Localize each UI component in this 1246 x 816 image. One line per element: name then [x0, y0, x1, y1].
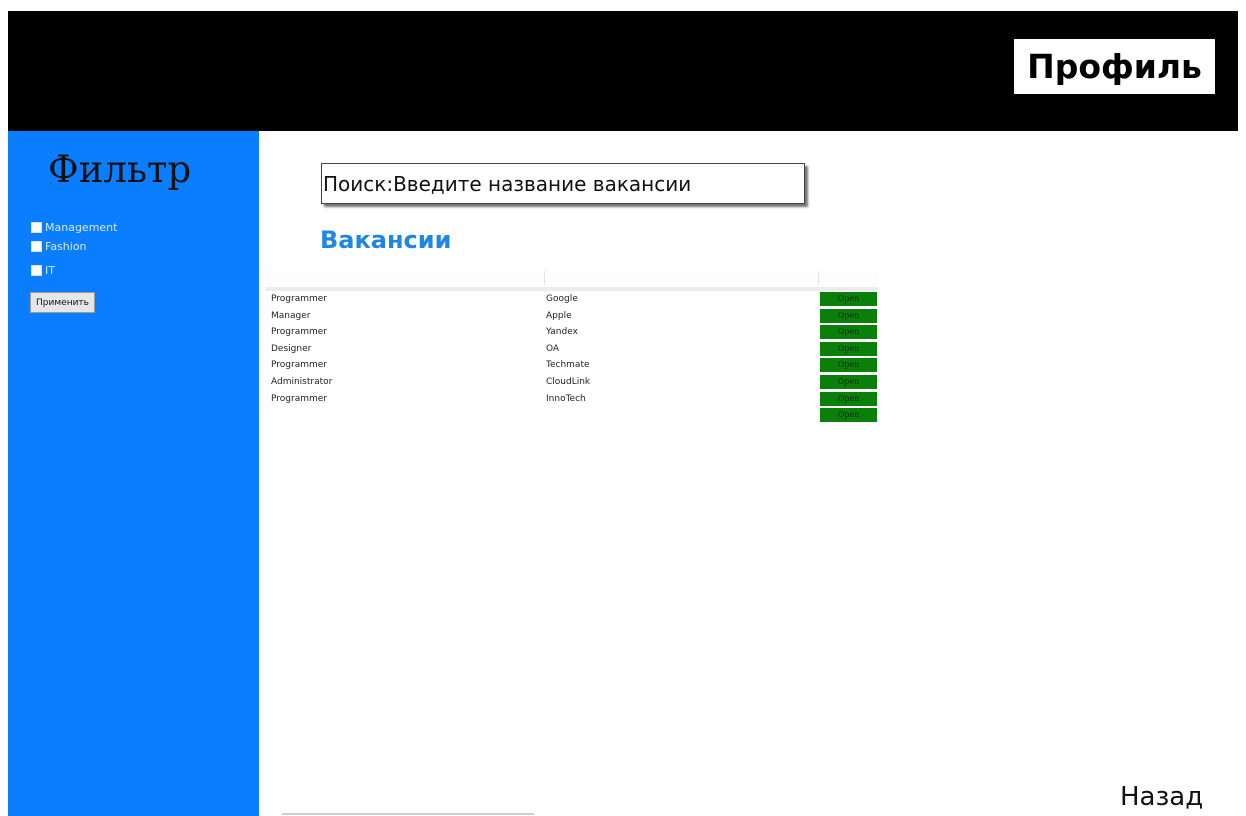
company-cell: Techmate — [546, 360, 590, 371]
checkbox[interactable] — [31, 222, 42, 233]
company-cell: Google — [546, 294, 578, 304]
position-cell: Programmer — [271, 393, 327, 404]
table-row: Administrator CloudLink Open — [266, 375, 878, 391]
open-button[interactable]: Open — [820, 325, 877, 340]
open-button[interactable]: Open — [820, 391, 877, 406]
table-row: Programmer Yandex Open — [266, 325, 878, 341]
column-separator[interactable] — [544, 271, 545, 285]
table-row: Open — [266, 408, 878, 424]
filter-fashion[interactable]: Fashion — [31, 240, 87, 253]
position-cell: Programmer — [271, 360, 327, 371]
vacancies-title: Вакансии — [320, 226, 452, 254]
table-row: Designer OA Open — [266, 341, 878, 358]
profile-button[interactable]: Профиль — [1014, 39, 1215, 94]
back-button[interactable]: Назад — [1120, 782, 1203, 812]
position-cell: Programmer — [271, 327, 327, 338]
apply-button[interactable]: Применить — [30, 292, 95, 313]
filter-management[interactable]: Management — [31, 221, 117, 234]
open-button[interactable]: Open — [820, 308, 877, 323]
open-button[interactable]: Open — [820, 375, 877, 389]
table-header — [266, 271, 878, 291]
company-cell: OA — [546, 343, 560, 354]
company-cell: Yandex — [546, 327, 578, 338]
filter-label: IT — [45, 264, 55, 277]
company-cell: CloudLink — [546, 377, 591, 387]
filter-it[interactable]: IT — [31, 264, 55, 277]
table-row: Programmer Google Open — [266, 292, 878, 308]
open-button[interactable]: Open — [820, 358, 877, 373]
position-cell: Administrator — [271, 377, 333, 387]
position-cell: Manager — [271, 310, 311, 321]
checkbox[interactable] — [31, 241, 42, 252]
search-input[interactable]: Поиск:Введите название вакансии — [321, 163, 805, 204]
table-row: Manager Apple Open — [266, 308, 878, 325]
open-button[interactable]: Open — [820, 408, 877, 423]
position-cell: Designer — [271, 343, 312, 354]
column-separator[interactable] — [818, 271, 819, 285]
open-button[interactable]: Open — [820, 292, 877, 306]
table-row: Programmer Techmate Open — [266, 358, 878, 374]
company-cell: Apple — [546, 310, 572, 321]
scrollbar[interactable] — [282, 813, 534, 815]
filter-label: Fashion — [45, 240, 87, 253]
filter-title: Фильтр — [48, 148, 192, 191]
table-row: Programmer InnoTech Open — [266, 391, 878, 408]
checkbox[interactable] — [31, 265, 42, 276]
filter-label: Management — [45, 221, 118, 234]
company-cell: InnoTech — [546, 393, 586, 404]
open-button[interactable]: Open — [820, 341, 877, 356]
position-cell: Programmer — [271, 294, 327, 304]
